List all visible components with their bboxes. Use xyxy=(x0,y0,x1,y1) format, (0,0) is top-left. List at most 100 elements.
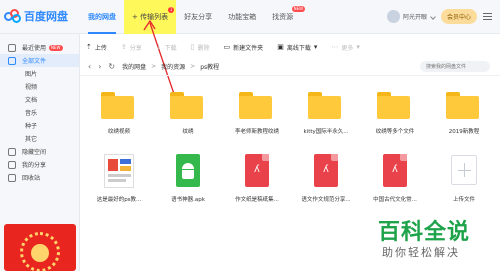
android-icon xyxy=(176,154,200,187)
file-item-pdf[interactable]: ʎ 语文作文规范分享... xyxy=(291,152,361,214)
button-label: 分享 xyxy=(129,44,142,52)
user-name[interactable]: 阿光开眼 xyxy=(403,12,427,21)
sidebar-item-docs[interactable]: 文档 xyxy=(0,93,79,106)
file-item-folder[interactable]: 2019新教程 xyxy=(429,84,499,146)
button-label: 更多 xyxy=(341,44,354,52)
file-item-folder[interactable]: 纹绣视频 xyxy=(84,84,154,146)
tab-toolbox[interactable]: 功能宝箱 xyxy=(220,0,264,34)
sidebar-item-my-share[interactable]: 我的分享 xyxy=(0,158,79,171)
file-item-folder[interactable]: 纹绣等多个文件 xyxy=(360,84,430,146)
sidebar-item-label: 文档 xyxy=(25,97,38,104)
refresh-icon[interactable]: ↻ xyxy=(108,62,115,71)
tab-transfer-list[interactable]: + 传输列表 1 xyxy=(124,0,177,34)
share-button[interactable]: ⇪ 分享 xyxy=(121,43,142,52)
sidebar-item-label: 音乐 xyxy=(25,110,38,117)
watermark: 百科全说 助你轻松解决 xyxy=(374,210,500,271)
offline-download-button[interactable]: ▣ 离线下载 ▾ xyxy=(277,43,317,52)
upload-button[interactable]: ⇡ 上传 xyxy=(86,43,107,52)
tab-label: 我的网盘 xyxy=(88,13,116,21)
sidebar-item-music[interactable]: 音乐 xyxy=(0,106,79,119)
back-icon[interactable]: ‹ xyxy=(88,62,91,71)
file-name: 纹绣 xyxy=(182,129,194,135)
tab-label: 好友分享 xyxy=(184,13,213,21)
breadcrumb-current: ps教程 xyxy=(200,64,220,71)
sidebar-item-recycle-bin[interactable]: 回收站 xyxy=(0,171,79,184)
sidebar-item-label: 最近使用 xyxy=(22,45,47,52)
share-icon: ⇪ xyxy=(120,43,127,51)
sidebar-item-images[interactable]: 图片 xyxy=(0,67,79,80)
file-name: 这是最好的ps教... xyxy=(96,197,142,203)
sidebar-item-label: 视频 xyxy=(25,84,38,91)
avatar[interactable] xyxy=(386,10,400,23)
breadcrumb-bar: ‹ › ↻ 我的网盘 > 我的资源 > ps教程 xyxy=(80,58,500,76)
forward-icon[interactable]: › xyxy=(98,62,101,71)
image-thumbnail-icon xyxy=(104,154,134,188)
file-toolbar: ⇡ 上传 ⇪ 分享 ⇣ 下载 ▯ 删除 ▭ 新建文件夹 ▣ 离线下载 ▾ ⋯ 更… xyxy=(80,38,500,56)
folder-plus-icon: ▭ xyxy=(223,43,231,51)
file-item-pdf[interactable]: ʎ 中国古代文化常... xyxy=(360,152,430,214)
tab-find-resources[interactable]: 找资源 NEW xyxy=(264,0,306,34)
folder-icon xyxy=(170,92,203,119)
chevron-down-icon: ▾ xyxy=(356,43,360,51)
button-label: 删除 xyxy=(197,44,210,52)
breadcrumb-item[interactable]: 我的资源 xyxy=(161,62,185,71)
file-item-folder[interactable]: 纹绣 xyxy=(153,84,223,146)
chevron-down-icon: ▾ xyxy=(313,43,318,51)
tab-friend-share[interactable]: 好友分享 xyxy=(176,0,220,34)
breadcrumb-separator: > xyxy=(190,63,196,70)
sidebar-item-other[interactable]: 其它 xyxy=(0,132,79,145)
pdf-icon: ʎ xyxy=(383,154,407,187)
menu-icon[interactable] xyxy=(483,13,492,20)
file-name: 纹绣视频 xyxy=(107,129,130,135)
pdf-icon: ʎ xyxy=(314,154,338,187)
upload-icon: ⇡ xyxy=(86,43,92,51)
sidebar-item-label: 图片 xyxy=(25,71,38,78)
file-name: 语文作文规范分享... xyxy=(301,197,351,203)
more-icon: ⋯ xyxy=(331,43,339,51)
chevron-down-icon[interactable] xyxy=(430,13,436,20)
app-logo[interactable]: 百度网盘 xyxy=(4,8,68,24)
file-item-folder[interactable]: 李老师新教程纹绣 xyxy=(222,84,292,146)
sidebar-item-recent[interactable]: 最近使用 NEW xyxy=(0,41,79,54)
notification-dot: 1 xyxy=(168,7,175,13)
more-button[interactable]: ⋯ 更多 ▾ xyxy=(331,43,360,52)
delete-button[interactable]: ▯ 删除 xyxy=(191,43,210,52)
file-item-image[interactable]: 这是最好的ps教... xyxy=(84,152,154,214)
plus-icon xyxy=(451,155,477,185)
download-icon: ⇣ xyxy=(155,43,162,51)
promo-banner[interactable] xyxy=(4,224,76,271)
app-title: 百度网盘 xyxy=(24,10,68,23)
baidu-cloud-logo-icon xyxy=(4,9,21,23)
upload-file-tile[interactable]: 上传文件 xyxy=(429,152,499,214)
watermark-title: 百科全说 xyxy=(378,220,471,245)
sidebar-item-all-files[interactable]: 全部文件 xyxy=(0,54,79,67)
sidebar-item-videos[interactable]: 视频 xyxy=(0,80,79,93)
download-button[interactable]: ⇣ 下载 xyxy=(156,43,177,52)
sidebar-item-label: 回收站 xyxy=(22,175,41,182)
file-name: 2019新教程 xyxy=(448,129,480,135)
button-label: 下载 xyxy=(164,44,177,52)
new-badge: NEW xyxy=(49,44,63,51)
search-input[interactable] xyxy=(420,61,490,72)
sidebar-item-label: 我的分享 xyxy=(22,162,47,169)
new-folder-button[interactable]: ▭ 新建文件夹 xyxy=(224,43,264,52)
file-name: 中国古代文化常... xyxy=(373,197,417,203)
file-name: 语书神器.apk xyxy=(171,197,205,203)
button-label: 上传 xyxy=(94,44,107,52)
user-area: 阿光开眼 会员中心 xyxy=(386,9,492,24)
tab-my-disk[interactable]: 我的网盘 xyxy=(80,0,124,34)
folder-icon xyxy=(239,92,272,119)
tab-label: 找资源 xyxy=(272,13,294,21)
file-item-apk[interactable]: 语书神器.apk xyxy=(153,152,223,214)
sidebar: 最近使用 NEW 全部文件 图片 视频 文档 音乐 种子 其它 隐藏空间 我的分… xyxy=(0,34,80,271)
new-badge: NEW xyxy=(291,6,306,12)
sidebar-item-torrents[interactable]: 种子 xyxy=(0,119,79,132)
lock-icon xyxy=(8,147,16,156)
file-item-folder[interactable]: kitty国际半永久... xyxy=(291,84,361,146)
file-name: 李老师新教程纹绣 xyxy=(234,129,279,135)
file-item-pdf[interactable]: ʎ 作文纸是稿纸集... xyxy=(222,152,292,214)
breadcrumb-item[interactable]: 我的网盘 xyxy=(122,62,146,71)
sidebar-item-hidden-space[interactable]: 隐藏空间 xyxy=(0,145,79,158)
clock-icon xyxy=(8,43,16,52)
vip-center-button[interactable]: 会员中心 xyxy=(440,9,477,24)
